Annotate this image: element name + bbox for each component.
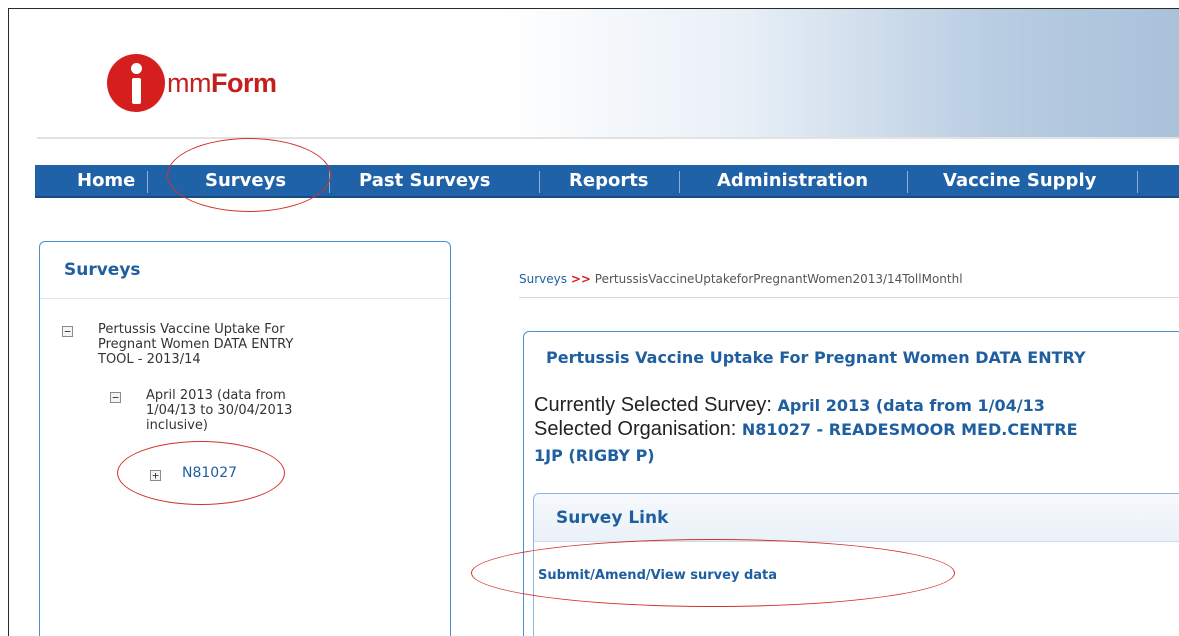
selected-survey: Currently Selected Survey: April 2013 (d… — [534, 394, 1045, 417]
expand-icon[interactable]: + — [150, 470, 161, 481]
nav-vaccine-supply[interactable]: Vaccine Supply — [943, 165, 1096, 196]
tree-item-survey[interactable]: Pertussis Vaccine Uptake For Pregnant Wo… — [98, 322, 293, 367]
breadcrumb-current: PertussisVaccineUptakeforPregnantWomen20… — [594, 272, 963, 286]
nav-administration[interactable]: Administration — [717, 165, 868, 196]
collapse-icon[interactable]: − — [62, 326, 73, 337]
nav-divider — [329, 171, 330, 193]
selected-org-label: Selected Organisation: — [534, 418, 737, 440]
panel-title: Pertussis Vaccine Uptake For Pregnant Wo… — [546, 348, 1086, 367]
survey-link-header: Survey Link — [534, 494, 1179, 542]
nav-home[interactable]: Home — [77, 165, 135, 196]
nav-divider — [907, 171, 908, 193]
breadcrumb-divider — [519, 297, 1179, 298]
submit-amend-view-link[interactable]: Submit/Amend/View survey data — [538, 568, 777, 583]
header-divider — [37, 137, 1179, 139]
nav-past-surveys[interactable]: Past Surveys — [359, 165, 490, 196]
nav-divider — [679, 171, 680, 193]
breadcrumb-separator: >> — [570, 272, 591, 286]
survey-link-title: Survey Link — [556, 508, 669, 528]
browser-frame: mmForm Home Surveys Past Surveys Reports… — [8, 8, 1179, 636]
nav-divider — [147, 171, 148, 193]
logo-i-icon — [107, 54, 165, 112]
selected-org-value: N81027 - READESMOOR MED.CENTRE — [741, 420, 1078, 439]
sidebar-divider — [40, 298, 450, 299]
nav-surveys[interactable]: Surveys — [205, 165, 286, 196]
breadcrumb: Surveys >> PertussisVaccineUptakeforPreg… — [519, 272, 963, 286]
nav-divider — [539, 171, 540, 193]
tree-item-org[interactable]: N81027 — [182, 466, 237, 481]
surveys-sidebar: Surveys − Pertussis Vaccine Uptake For P… — [39, 241, 451, 636]
breadcrumb-root[interactable]: Surveys — [519, 272, 567, 286]
selected-survey-value: April 2013 (data from 1/04/13 — [777, 396, 1045, 415]
selected-organisation: Selected Organisation: N81027 - READESMO… — [534, 418, 1078, 441]
selected-org-value-line2: 1JP (RIGBY P) — [534, 446, 655, 465]
survey-link-panel: Survey Link Submit/Amend/View survey dat… — [533, 493, 1179, 636]
site-header: mmForm — [9, 9, 1179, 137]
sidebar-title: Surveys — [64, 260, 141, 280]
nav-reports[interactable]: Reports — [569, 165, 649, 196]
selected-organisation-line2: 1JP (RIGBY P) — [534, 444, 655, 467]
main-nav: Home Surveys Past Surveys Reports Admini… — [35, 165, 1179, 198]
tree-item-month[interactable]: April 2013 (data from 1/04/13 to 30/04/2… — [146, 388, 292, 433]
collapse-icon[interactable]: − — [110, 392, 121, 403]
selected-survey-label: Currently Selected Survey: — [534, 394, 772, 416]
immform-logo[interactable]: mmForm — [107, 53, 277, 113]
nav-divider — [1137, 171, 1138, 193]
logo-text: mmForm — [167, 67, 277, 98]
